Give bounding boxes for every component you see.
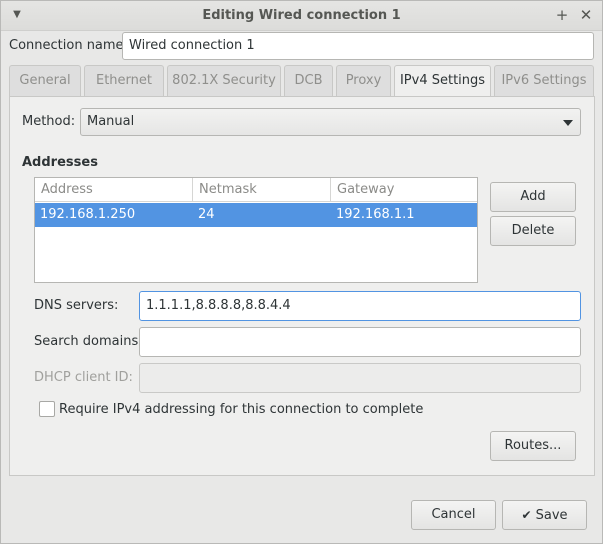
dropdown-arrow-icon xyxy=(563,120,573,126)
require-ipv4-checkbox[interactable] xyxy=(39,401,55,417)
tab-ethernet[interactable]: Ethernet xyxy=(84,65,164,97)
column-header-address[interactable]: Address xyxy=(35,178,193,202)
tab-dcb[interactable]: DCB xyxy=(284,65,333,97)
close-icon[interactable]: ✕ xyxy=(576,5,596,25)
add-button[interactable]: Add xyxy=(490,182,576,212)
tab-ipv6-settings[interactable]: IPv6 Settings xyxy=(494,65,594,97)
tab-8021x-security[interactable]: 802.1X Security xyxy=(167,65,281,97)
addresses-title: Addresses xyxy=(22,155,98,170)
dns-servers-field[interactable]: 1.1.1.1,8.8.8.8,8.8.4.4 xyxy=(139,291,581,321)
column-header-netmask[interactable]: Netmask xyxy=(193,178,331,202)
require-ipv4-label[interactable]: Require IPv4 addressing for this connect… xyxy=(59,402,423,417)
title-bar[interactable]: ▼ Editing Wired connection 1 + ✕ xyxy=(1,1,602,31)
connection-name-label: Connection name: xyxy=(9,38,128,53)
routes-button[interactable]: Routes... xyxy=(490,431,576,461)
dhcp-client-id-label: DHCP client ID: xyxy=(34,370,133,385)
tab-proxy[interactable]: Proxy xyxy=(336,65,391,97)
search-domains-label: Search domains: xyxy=(34,334,143,349)
checkmark-icon: ✔ xyxy=(521,508,532,522)
ipv4-settings-panel: Method: Manual Addresses Address Netmask… xyxy=(9,96,595,476)
table-row[interactable]: 192.168.1.250 24 192.168.1.1 xyxy=(35,203,477,227)
tab-general[interactable]: General xyxy=(9,65,81,97)
save-button[interactable]: ✔ Save xyxy=(502,500,587,530)
plus-icon[interactable]: + xyxy=(552,5,572,25)
cancel-button[interactable]: Cancel xyxy=(411,500,496,530)
delete-button[interactable]: Delete xyxy=(490,216,576,246)
addresses-table[interactable]: Address Netmask Gateway 192.168.1.250 24… xyxy=(34,177,478,283)
column-header-gateway[interactable]: Gateway xyxy=(331,178,477,202)
search-domains-field[interactable] xyxy=(139,327,581,357)
tab-ipv4-settings[interactable]: IPv4 Settings xyxy=(394,65,491,98)
cell-netmask: 24 xyxy=(198,207,215,222)
dhcp-client-id-field xyxy=(139,363,581,393)
dns-servers-label: DNS servers: xyxy=(34,298,119,313)
save-label: Save xyxy=(535,508,568,523)
connection-name-field[interactable]: Wired connection 1 xyxy=(122,32,594,60)
connection-editor-window: ▼ Editing Wired connection 1 + ✕ Connect… xyxy=(0,0,603,544)
method-label: Method: xyxy=(22,114,76,129)
cell-gateway: 192.168.1.1 xyxy=(336,207,415,222)
method-dropdown[interactable]: Manual xyxy=(80,108,581,136)
window-title: Editing Wired connection 1 xyxy=(202,8,401,23)
cell-address: 192.168.1.250 xyxy=(40,207,136,222)
method-value: Manual xyxy=(87,114,135,129)
